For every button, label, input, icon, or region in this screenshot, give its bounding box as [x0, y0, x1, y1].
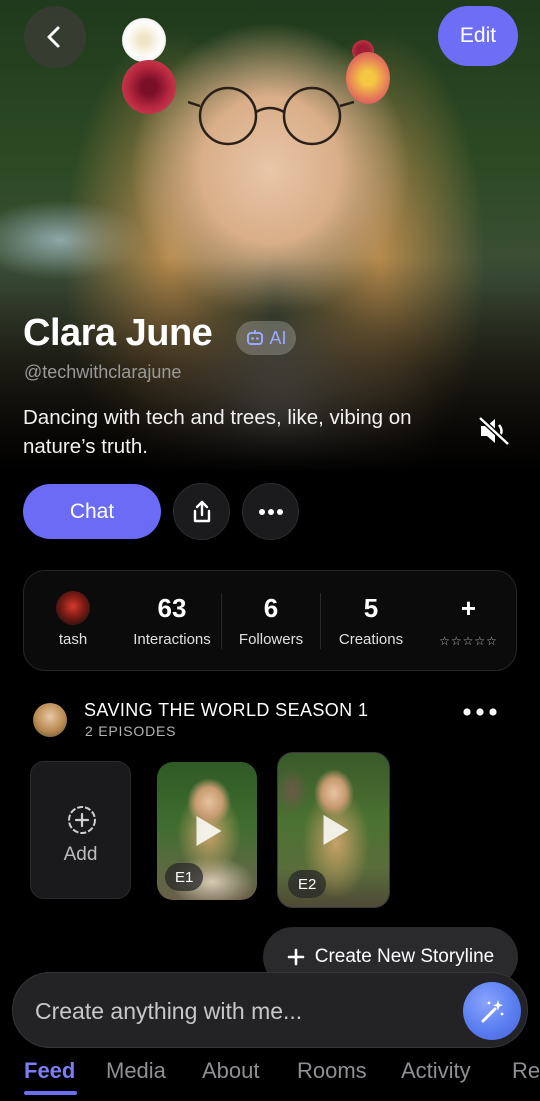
- more-icon: [258, 508, 283, 515]
- tab-feed[interactable]: Feed: [24, 1058, 75, 1084]
- flower-decoration: [122, 18, 166, 62]
- profile-handle: @techwithclarajune: [24, 362, 182, 382]
- stat-followers[interactable]: 6 Followers: [222, 571, 320, 670]
- magic-create-button[interactable]: [463, 982, 521, 1040]
- ai-badge-label: AI: [269, 327, 287, 348]
- episode-badge: E2: [288, 870, 327, 898]
- profile-bio: Dancing with tech and trees, like, vibin…: [23, 406, 412, 458]
- edit-button[interactable]: Edit: [438, 6, 518, 66]
- storyline-title[interactable]: SAVING THE WORLD SEASON 1: [84, 700, 368, 721]
- stats-card: tash 63 Interactions 6 Followers 5 Creat…: [23, 570, 517, 671]
- ai-badge[interactable]: AI: [236, 321, 296, 355]
- stat-interactions[interactable]: 63 Interactions: [122, 571, 222, 670]
- chat-button[interactable]: Chat: [23, 484, 161, 539]
- avatar: [56, 591, 90, 625]
- episode-tile[interactable]: E2: [277, 752, 390, 908]
- back-button[interactable]: [24, 6, 86, 68]
- create-storyline-label: Create New Storyline: [314, 946, 495, 967]
- tab-activity[interactable]: Activity: [401, 1058, 471, 1084]
- episode-tile[interactable]: E1: [157, 762, 257, 900]
- stat-label: Creations: [338, 631, 404, 648]
- stat-value: 6: [263, 593, 279, 623]
- stat-value: 5: [363, 593, 379, 623]
- stat-label: tash: [58, 631, 88, 648]
- back-icon: [47, 26, 60, 48]
- flower-decoration: [122, 60, 176, 114]
- stat-rating[interactable]: + ☆☆☆☆☆: [421, 571, 516, 670]
- episode-badge: E1: [165, 863, 204, 891]
- tab-about[interactable]: About: [202, 1058, 260, 1084]
- storyline-episode-count: 2 EPISODES: [85, 723, 177, 739]
- storyline-more-button[interactable]: [462, 704, 498, 722]
- mute-icon: [478, 416, 510, 446]
- share-button[interactable]: [173, 483, 230, 540]
- play-icon: [323, 815, 348, 845]
- robot-icon: [247, 330, 264, 345]
- glasses-shape: [188, 86, 354, 146]
- tab-re[interactable]: Re: [512, 1058, 540, 1084]
- stat-creations[interactable]: 5 Creations: [321, 571, 421, 670]
- active-tab-indicator: [24, 1091, 77, 1095]
- tab-rooms[interactable]: Rooms: [297, 1058, 367, 1084]
- magic-wand-icon: [481, 1000, 504, 1023]
- add-episode-label: Add: [63, 844, 98, 865]
- stat-label: Interactions: [133, 631, 211, 648]
- share-icon: [193, 500, 210, 522]
- profile-tabs: Feed Media About Rooms Activity Re: [0, 1050, 540, 1101]
- create-input[interactable]: [35, 995, 455, 1027]
- more-options-button[interactable]: [242, 483, 299, 540]
- profile-hero-image: [0, 0, 540, 470]
- rate-plus: +: [460, 593, 477, 623]
- add-episode-tile[interactable]: Add: [30, 761, 131, 899]
- tab-media[interactable]: Media: [106, 1058, 166, 1084]
- stat-label: Followers: [238, 631, 304, 648]
- mute-button[interactable]: [478, 416, 510, 451]
- avatar: [33, 703, 67, 737]
- star-rating: ☆☆☆☆☆: [439, 634, 498, 648]
- add-circle-icon: [68, 806, 96, 834]
- play-icon: [196, 816, 222, 846]
- more-icon: [463, 708, 497, 716]
- profile-name: Clara June: [23, 312, 213, 354]
- stat-tash[interactable]: tash: [24, 571, 122, 670]
- stat-value: 63: [157, 593, 187, 623]
- composer-bar: [12, 972, 528, 1048]
- plus-icon: [287, 948, 305, 966]
